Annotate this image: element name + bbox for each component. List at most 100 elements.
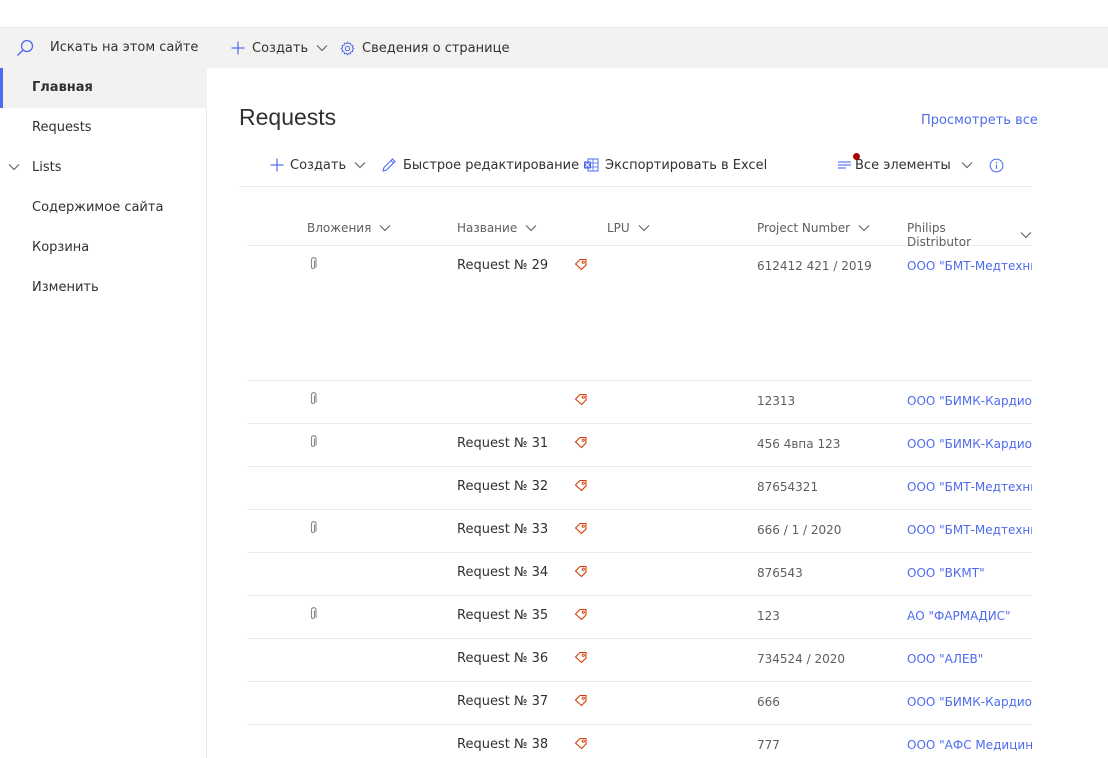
page-details-button[interactable]: Сведения о странице bbox=[340, 28, 509, 68]
page-details-label: Сведения о странице bbox=[362, 40, 510, 56]
chevron-down-icon bbox=[638, 225, 650, 232]
paperclip-icon bbox=[310, 392, 317, 404]
chevron-down-icon bbox=[354, 162, 366, 169]
table-row[interactable]: Request № 36 734524 / 2020 ООО "АЛЕВ" bbox=[247, 639, 1032, 682]
column-header-label: Вложения bbox=[307, 221, 372, 235]
row-distributor-link[interactable]: ООО "БМТ-Медтехника" bbox=[907, 523, 1032, 537]
search-icon bbox=[17, 39, 34, 56]
new-menu-button[interactable]: Создать bbox=[231, 28, 328, 68]
plus-icon bbox=[231, 41, 245, 55]
column-header-title[interactable]: Название bbox=[457, 221, 537, 235]
nav-item-label: Содержимое сайта bbox=[32, 200, 164, 215]
row-title[interactable]: Request № 38 bbox=[457, 737, 548, 752]
row-title[interactable]: Request № 34 bbox=[457, 565, 548, 580]
view-all-link[interactable]: Просмотреть все bbox=[921, 113, 1038, 128]
excel-icon bbox=[584, 158, 599, 172]
view-list-icon bbox=[838, 161, 851, 169]
row-title[interactable]: Request № 33 bbox=[457, 522, 548, 537]
quick-edit-button[interactable]: Быстрое редактирование bbox=[381, 145, 579, 185]
tag-icon bbox=[574, 479, 587, 492]
nav-item-lists[interactable]: Lists bbox=[0, 148, 207, 188]
row-project-number: 12313 bbox=[757, 394, 796, 408]
list-new-label: Создать bbox=[290, 157, 347, 173]
table-row[interactable]: Request № 32 87654321 ООО "БМТ-Медтехника" bbox=[247, 467, 1032, 510]
table-row[interactable]: Request № 33 666 / 1 / 2020 ООО "БМТ-Медте… bbox=[247, 510, 1032, 553]
row-distributor-link[interactable]: ООО "БМТ-Медтехника" bbox=[907, 259, 1032, 273]
column-header-project-number[interactable]: Project Number bbox=[757, 221, 870, 235]
row-title[interactable]: Request № 31 bbox=[457, 436, 548, 451]
column-header-label: LPU bbox=[607, 221, 630, 235]
row-project-number: 777 bbox=[757, 738, 780, 752]
nav-item-recycle-bin[interactable]: Корзина bbox=[0, 228, 207, 268]
row-distributor-link[interactable]: ООО "ВКМТ" bbox=[907, 566, 1032, 580]
list-title[interactable]: Requests bbox=[239, 104, 336, 131]
column-header-attachments[interactable]: Вложения bbox=[307, 221, 391, 235]
row-project-number: 612412 421 / 2019 bbox=[757, 259, 872, 273]
row-distributor-link[interactable]: АО "ФАРМАДИС" bbox=[907, 609, 1032, 623]
tag-icon bbox=[574, 694, 587, 707]
row-distributor-link[interactable]: ООО "БМТ-Медтехника" bbox=[907, 480, 1032, 494]
view-switcher-button[interactable]: Все элементы bbox=[837, 145, 973, 185]
row-distributor-link[interactable]: ООО "АЛЕВ" bbox=[907, 652, 1032, 666]
nav-item-label: Главная bbox=[32, 80, 93, 95]
row-title[interactable]: Request № 32 bbox=[457, 479, 548, 494]
info-icon bbox=[989, 158, 1004, 172]
paperclip-icon bbox=[310, 521, 317, 533]
row-title[interactable]: Request № 35 bbox=[457, 608, 548, 623]
quick-edit-label: Быстрое редактирование bbox=[403, 157, 580, 173]
new-button-label: Создать bbox=[252, 40, 309, 56]
nav-item-label: Изменить bbox=[32, 280, 99, 295]
row-project-number: 123 bbox=[757, 609, 780, 623]
search-input[interactable]: Искать на этом сайте bbox=[50, 40, 198, 55]
info-button[interactable] bbox=[989, 145, 1010, 185]
table-row[interactable]: Request № 31 456 4впа 123 ООО "БИМК-Кардио… bbox=[247, 424, 1032, 467]
nav-item-site-contents[interactable]: Содержимое сайта bbox=[0, 188, 207, 228]
nav-item-label: Lists bbox=[32, 160, 62, 175]
row-distributor-link[interactable]: ООО "АФС Медицинтех" bbox=[907, 738, 1032, 752]
table-row[interactable]: Request № 38 777 ООО "АФС Медицинтех" bbox=[247, 725, 1032, 758]
table-row[interactable]: 12313 ООО "БИМК-Кардио-Ви" bbox=[247, 381, 1032, 424]
top-bar bbox=[0, 0, 1108, 28]
row-title[interactable]: Request № 36 bbox=[457, 651, 548, 666]
status-dot bbox=[853, 153, 860, 160]
nav-item-edit[interactable]: Изменить bbox=[0, 268, 207, 308]
chevron-down-icon bbox=[961, 162, 973, 169]
row-title[interactable]: Request № 37 bbox=[457, 694, 548, 709]
plus-icon bbox=[270, 158, 284, 172]
column-header-lpu[interactable]: LPU bbox=[607, 221, 650, 235]
column-header-distributor[interactable]: Philips Distributor bbox=[907, 221, 1032, 249]
tag-icon bbox=[574, 565, 587, 578]
column-header-label: Project Number bbox=[757, 221, 851, 235]
list-command-bar: Создать Быстрое редактирование Экспортир… bbox=[239, 145, 1032, 187]
chevron-down-icon bbox=[525, 225, 537, 232]
paperclip-icon bbox=[310, 257, 317, 269]
row-project-number: 87654321 bbox=[757, 480, 819, 494]
chevron-down-icon[interactable] bbox=[8, 161, 20, 173]
row-project-number: 456 4впа 123 bbox=[757, 437, 841, 451]
nav-item-label: Корзина bbox=[32, 240, 90, 255]
row-distributor-link[interactable]: ООО "БИМК-Кардио-Ви" bbox=[907, 695, 1032, 709]
table-row[interactable]: Request № 35 123 АО "ФАРМАДИС" bbox=[247, 596, 1032, 639]
row-distributor-link[interactable]: ООО "БИМК-Кардио-Ви" bbox=[907, 437, 1032, 451]
tag-icon bbox=[574, 436, 587, 449]
gear-icon bbox=[340, 40, 355, 56]
nav-item-home[interactable]: Главная bbox=[0, 68, 207, 108]
nav-item-label: Requests bbox=[32, 120, 92, 135]
row-project-number: 876543 bbox=[757, 566, 803, 580]
table-row[interactable]: Request № 29 612412 421 / 2019 ООО "БМТ-Ме… bbox=[247, 246, 1032, 381]
site-search-box[interactable]: Искать на этом сайте bbox=[0, 28, 207, 68]
view-switcher-label: Все элементы bbox=[855, 157, 951, 173]
pencil-icon bbox=[382, 158, 396, 172]
row-project-number: 666 bbox=[757, 695, 780, 709]
tag-icon bbox=[574, 258, 587, 271]
list-new-button[interactable]: Создать bbox=[270, 145, 366, 185]
nav-item-requests[interactable]: Requests bbox=[0, 108, 207, 148]
row-distributor-link[interactable]: ООО "БИМК-Кардио-Ви" bbox=[907, 394, 1032, 408]
chevron-down-icon bbox=[858, 225, 870, 232]
row-title[interactable]: Request № 29 bbox=[457, 258, 548, 273]
page-command-bar: Создать Сведения о странице bbox=[207, 28, 1108, 68]
table-row[interactable]: Request № 34 876543 ООО "ВКМТ" bbox=[247, 553, 1032, 596]
left-navigation: Искать на этом сайте Главная Requests Li… bbox=[0, 28, 207, 758]
export-excel-button[interactable]: Экспортировать в Excel bbox=[583, 145, 767, 185]
table-row[interactable]: Request № 37 666 ООО "БИМК-Кардио-Ви" bbox=[247, 682, 1032, 725]
